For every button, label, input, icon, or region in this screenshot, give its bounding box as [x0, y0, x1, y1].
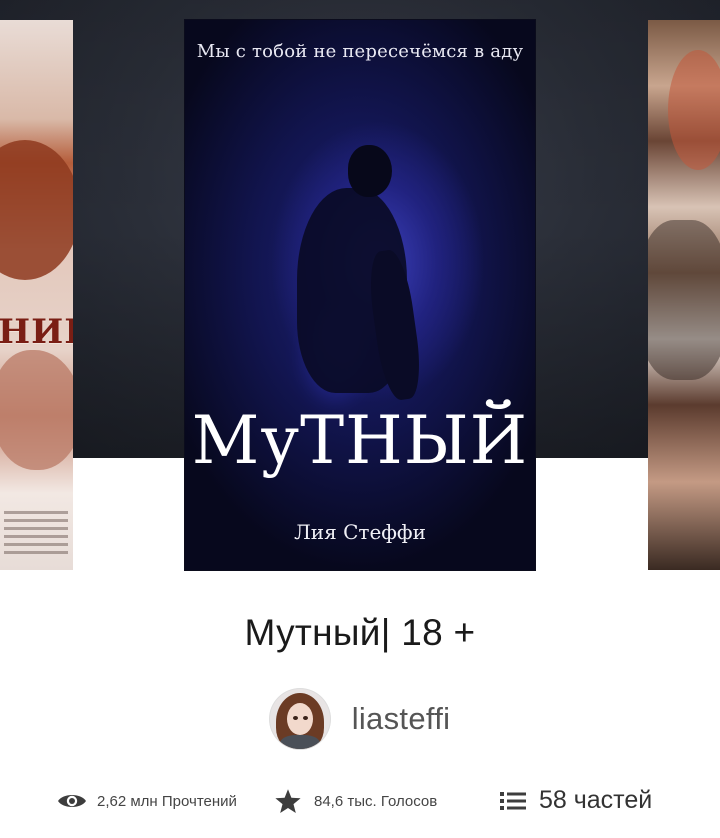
author-row[interactable]: liasteffi: [0, 688, 720, 750]
story-stats: 2,62 млн Прочтений 84,6 тыс. Голосов 58 …: [0, 784, 720, 824]
author-username[interactable]: liasteffi: [352, 701, 451, 737]
carousel-cover-next[interactable]: [648, 20, 720, 570]
carousel-cover-previous[interactable]: НИЕ: [0, 20, 73, 570]
story-title: Мутный| 18 +: [244, 612, 476, 653]
cover-title-fragment: НИЕ: [0, 312, 73, 352]
votes-stat: 84,6 тыс. Голосов: [274, 788, 437, 815]
list-icon: [500, 791, 526, 810]
reads-stat: 2,62 млн Прочтений: [57, 790, 237, 812]
cover-art-figure: [348, 145, 392, 197]
reads-count: 2,62 млн Прочтений: [97, 792, 237, 810]
cover-art-shape: [0, 350, 73, 470]
carousel-cover-current[interactable]: Мы с тобой не пересечёмся в аду МуТНЫЙ Л…: [185, 20, 535, 570]
parts-stat[interactable]: 58 частей: [499, 786, 652, 815]
avatar[interactable]: [269, 689, 330, 749]
cover-art-shape: [0, 140, 73, 280]
eye-icon: [58, 795, 86, 807]
cover-title: МуТНЫЙ: [191, 402, 529, 479]
parts-count[interactable]: 58 частей: [539, 786, 652, 815]
cover-art-shape: [648, 220, 720, 380]
cover-art-shape: [668, 50, 720, 170]
star-icon: [275, 789, 301, 814]
cover-tagline: Мы с тобой не пересечёмся в аду: [196, 41, 524, 62]
votes-count: 84,6 тыс. Голосов: [314, 793, 438, 810]
cover-author: Лия Стеффи: [294, 520, 426, 544]
cover-fine-print: [4, 506, 68, 559]
